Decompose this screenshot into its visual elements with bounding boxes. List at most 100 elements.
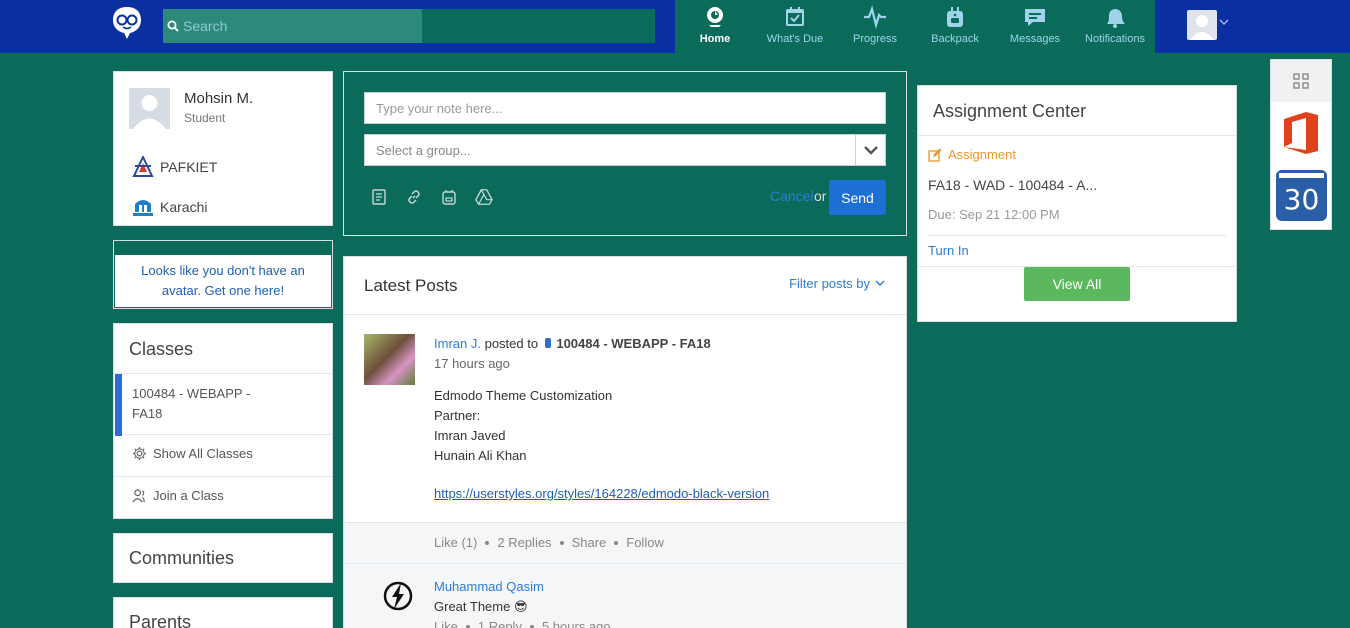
- profile-card: Mohsin M. Student PAFKIET Karachi: [113, 71, 333, 226]
- post-body-line: Partner:: [434, 408, 481, 423]
- share-button[interactable]: Share: [572, 535, 607, 550]
- show-all-classes-label: Show All Classes: [153, 446, 253, 461]
- parents-card[interactable]: Parents: [113, 597, 333, 628]
- reply-author[interactable]: Muhammad Qasim: [434, 579, 544, 594]
- nav-notifications[interactable]: Notifications: [1075, 0, 1155, 53]
- class-color-bar: [115, 374, 122, 436]
- nav-whats-due[interactable]: What's Due: [755, 0, 835, 53]
- file-icon[interactable]: [370, 188, 388, 206]
- post-composer: Type your note here... Select a group...…: [343, 71, 907, 236]
- link-icon[interactable]: [405, 188, 423, 206]
- posted-to-label: posted to: [484, 336, 539, 351]
- divider: [344, 314, 906, 315]
- chat-icon: [1025, 9, 1045, 26]
- turn-in-link[interactable]: Turn In: [928, 243, 969, 258]
- edmodo-logo-icon[interactable]: [111, 6, 143, 40]
- profile-role: Student: [184, 111, 226, 125]
- reply-meta: Like 1 Reply 5 hours ago: [434, 619, 611, 628]
- chevron-down-icon[interactable]: [855, 135, 885, 165]
- org-item-karachi[interactable]: Karachi: [131, 195, 207, 219]
- follow-button[interactable]: Follow: [626, 535, 664, 550]
- group-select[interactable]: Select a group...: [364, 134, 886, 166]
- note-input[interactable]: Type your note here...: [364, 92, 886, 124]
- pulse-icon: [864, 5, 886, 29]
- calendar-day: 30: [1283, 183, 1320, 216]
- post-body-line: Hunain Ali Khan: [434, 448, 527, 463]
- person-icon: [133, 95, 166, 129]
- divider: [114, 476, 332, 477]
- reply-author-avatar[interactable]: [382, 580, 414, 612]
- nav-home[interactable]: Home: [675, 0, 755, 53]
- post-time: 17 hours ago: [434, 356, 510, 371]
- replies-link[interactable]: 2 Replies: [497, 535, 551, 550]
- class-label: 100484 - WEBAPP - FA18: [132, 386, 251, 421]
- profile-name[interactable]: Mohsin M.: [184, 90, 253, 107]
- post-author[interactable]: Imran J.: [434, 336, 481, 351]
- post-class[interactable]: 100484 - WEBAPP - FA18: [556, 336, 710, 351]
- group-select-placeholder: Select a group...: [376, 142, 471, 158]
- show-all-classes-link[interactable]: Show All Classes: [132, 446, 253, 461]
- like-button[interactable]: Like (1): [434, 535, 477, 550]
- join-class-link[interactable]: Join a Class: [132, 488, 224, 503]
- reply-like-button[interactable]: Like: [434, 619, 458, 628]
- gear-icon: [132, 446, 147, 461]
- post-header: Imran J. posted to 100484 - WEBAPP - FA1…: [434, 336, 711, 351]
- cancel-button[interactable]: Cancel: [770, 188, 814, 204]
- classes-title: Classes: [129, 339, 194, 359]
- post-author-avatar[interactable]: [364, 334, 415, 385]
- join-class-label: Join a Class: [153, 488, 224, 503]
- backpack-icon[interactable]: [440, 188, 458, 206]
- view-all-button[interactable]: View All: [1024, 267, 1130, 301]
- class-item[interactable]: 100484 - WEBAPP - FA18: [114, 373, 332, 436]
- separator: [614, 540, 619, 545]
- home-icon: [707, 7, 723, 27]
- send-button[interactable]: Send: [829, 180, 886, 215]
- nav-messages-label: Messages: [1009, 33, 1061, 45]
- post-body: Edmodo Theme Customization Partner: Imra…: [434, 386, 612, 466]
- communities-title: Communities: [129, 548, 235, 568]
- post-body-line: Imran Javed: [434, 428, 506, 443]
- nav-backpack[interactable]: Backpack: [915, 0, 995, 53]
- separator: [485, 540, 490, 545]
- reply-time: 5 hours ago: [541, 619, 611, 628]
- flash-icon: [383, 581, 413, 611]
- org-label: Karachi: [160, 199, 208, 215]
- nav-home-label: Home: [699, 33, 731, 45]
- get-avatar-link[interactable]: Looks like you don't have an avatar. Get…: [115, 255, 331, 307]
- profile-avatar[interactable]: [129, 88, 170, 129]
- communities-card[interactable]: Communities: [113, 533, 333, 583]
- top-bar: Home What's Due Progress Backpack Messag…: [0, 0, 1350, 53]
- parents-title: Parents: [129, 612, 192, 628]
- separator: [559, 540, 564, 545]
- assignment-center-title: Assignment Center: [933, 101, 1087, 121]
- main-nav: Home What's Due Progress Backpack Messag…: [675, 0, 1155, 53]
- nav-backpack-label: Backpack: [931, 33, 979, 45]
- person-icon: [1190, 15, 1214, 40]
- avatar-prompt-card: Looks like you don't have an avatar. Get…: [113, 240, 333, 309]
- google-drive-icon[interactable]: [475, 188, 493, 206]
- search-input[interactable]: [183, 9, 413, 43]
- assignment-tag: Assignment: [928, 147, 1016, 162]
- search-icon: [163, 9, 183, 43]
- classes-card: Classes 100484 - WEBAPP - FA18 Show All …: [113, 323, 333, 519]
- backpack-icon: [947, 7, 963, 27]
- reply-text: Great Theme 😎: [434, 599, 528, 614]
- nav-progress[interactable]: Progress: [835, 0, 915, 53]
- filter-posts-dropdown[interactable]: Filter posts by: [789, 276, 885, 291]
- org-label: PAFKIET: [160, 159, 218, 175]
- post-link[interactable]: https://userstyles.org/styles/164228/edm…: [434, 486, 769, 501]
- assignment-name[interactable]: FA18 - WAD - 100484 - A...: [928, 177, 1097, 193]
- post-actions: Like (1) 2 Replies Share Follow: [344, 522, 906, 564]
- grid-icon[interactable]: [1271, 60, 1331, 102]
- org-item-pafkiet[interactable]: PAFKIET: [131, 155, 217, 179]
- class-color-dot: [544, 338, 551, 348]
- reply-replies-link[interactable]: 1 Reply: [478, 619, 522, 628]
- calendar-top: [1276, 170, 1327, 181]
- district-logo-icon: [131, 195, 155, 219]
- chevron-down-icon[interactable]: [1219, 18, 1229, 26]
- calendar-app-icon[interactable]: 30: [1276, 170, 1327, 221]
- nav-progress-label: Progress: [852, 33, 898, 45]
- user-avatar[interactable]: [1187, 10, 1217, 40]
- nav-messages[interactable]: Messages: [995, 0, 1075, 53]
- office-365-icon[interactable]: [1282, 111, 1320, 155]
